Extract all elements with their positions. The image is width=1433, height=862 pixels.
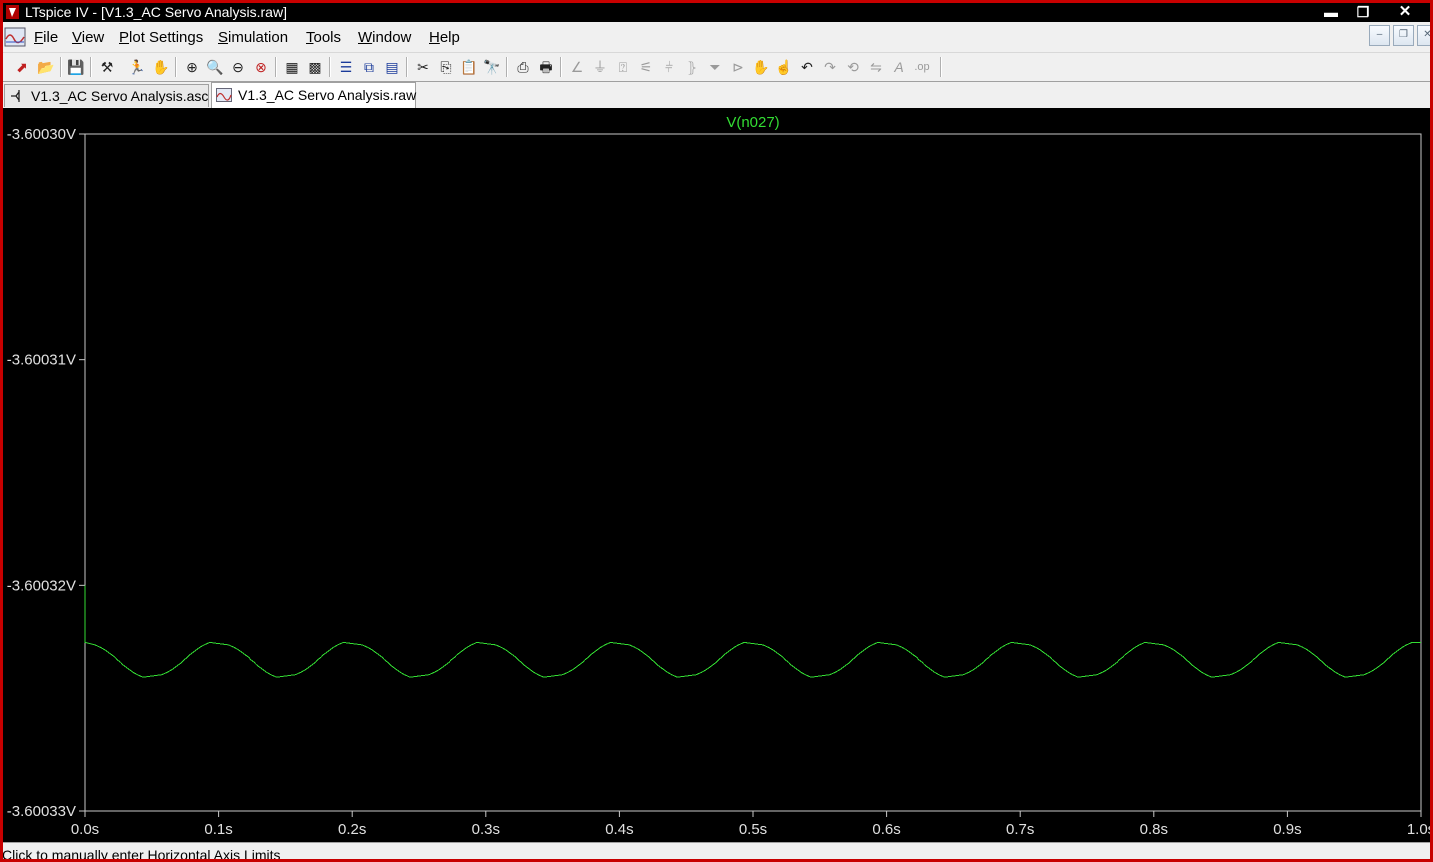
diode-icon[interactable]: ⏷ [705, 57, 725, 77]
resistor-icon[interactable]: ⚟ [636, 57, 656, 77]
grid-icon[interactable]: ▩ [305, 57, 325, 77]
x-tick-label: 0.8s [1140, 821, 1168, 838]
tile-vertical-icon[interactable]: ▤ [382, 57, 402, 77]
ltspice-window: LTspice IV - [V1.3_AC Servo Analysis.raw… [3, 3, 1430, 859]
save-icon[interactable]: 💾 [66, 57, 86, 77]
new-schematic-icon[interactable]: ⬈ [12, 57, 32, 77]
status-bar: Click to manually enter Horizontal Axis … [3, 842, 1430, 859]
trace-label[interactable]: V(n027) [726, 114, 779, 131]
spice-directive-icon[interactable]: .op [912, 57, 932, 77]
tab-waveform-label: V1.3_AC Servo Analysis.raw [238, 87, 417, 103]
toolbar-separator [560, 57, 562, 77]
waveform-icon [216, 88, 232, 102]
y-tick-label: -3.60033V [7, 803, 76, 820]
x-tick-label: 0.4s [605, 821, 633, 838]
toolbar-separator [275, 57, 277, 77]
move-icon[interactable]: ✋ [751, 57, 771, 77]
document-tab-bar: V1.3_AC Servo Analysis.asc V1.3_AC Servo… [3, 82, 1430, 108]
ltspice-app-icon[interactable] [6, 5, 19, 19]
menu-tools[interactable]: Tools [306, 29, 341, 46]
zoom-area-icon[interactable]: ⊕ [182, 57, 202, 77]
component-icon[interactable]: ⊳ [728, 57, 748, 77]
ground-icon[interactable]: ⏚ [590, 57, 610, 77]
print-preview-icon[interactable]: ⎙ [513, 57, 533, 77]
x-tick-label: 0.7s [1006, 821, 1034, 838]
autorange-icon[interactable]: ▦ [282, 57, 302, 77]
zoom-fit-icon[interactable]: ⊗ [251, 57, 271, 77]
title-bar[interactable]: LTspice IV - [V1.3_AC Servo Analysis.raw… [3, 3, 1430, 22]
rotate-icon[interactable]: ⟲ [843, 57, 863, 77]
trace-v-n027 [84, 585, 1421, 678]
mirror-icon[interactable]: ⇋ [866, 57, 886, 77]
open-icon[interactable]: 📂 [36, 57, 56, 77]
plot-frame [84, 133, 1422, 812]
x-tick-label: 0.0s [71, 821, 99, 838]
mdi-close-button[interactable]: ✕ [1417, 25, 1430, 46]
toolbar-separator [940, 57, 942, 77]
x-tick-label: 0.1s [204, 821, 232, 838]
find-icon[interactable]: 🔭 [482, 57, 502, 77]
zoom-in-icon[interactable]: 🔍 [205, 57, 225, 77]
tab-schematic[interactable]: V1.3_AC Servo Analysis.asc [4, 84, 209, 107]
capacitor-icon[interactable]: ⫩ [659, 57, 679, 77]
maximize-button[interactable]: ❐ [1348, 3, 1378, 22]
x-tick-label: 0.3s [472, 821, 500, 838]
waveform-plot[interactable]: V(n027) -3.60030V -3.60031V -3.60032V -3.600… [3, 108, 1430, 842]
text-icon[interactable]: A [889, 57, 909, 77]
mdi-restore-button[interactable]: ❐ [1393, 25, 1414, 46]
window-title: LTspice IV - [V1.3_AC Servo Analysis.raw… [25, 4, 287, 20]
minimize-button[interactable]: ▬ [1316, 3, 1346, 22]
cascade-icon[interactable]: ⧉ [359, 57, 379, 77]
toolbar: ⬈ 📂 💾 ⚒ 🏃 ✋ ⊕ 🔍 ⊖ ⊗ ▦ ▩ ☰ ⧉ ▤ ✂ ⎘ 📋 🔭 ⎙ … [3, 52, 1430, 82]
zoom-out-icon[interactable]: ⊖ [228, 57, 248, 77]
x-tick-label: 0.5s [739, 821, 767, 838]
schematic-icon [11, 90, 20, 102]
plot-canvas[interactable]: V(n027) -3.60030V -3.60031V -3.60032V -3.600… [3, 108, 1430, 842]
mdi-minimize-button[interactable]: – [1369, 25, 1390, 46]
toolbar-separator [506, 57, 508, 77]
run-icon[interactable]: 🏃 [127, 57, 147, 77]
toolbar-separator [329, 57, 331, 77]
undo-icon[interactable]: ↶ [797, 57, 817, 77]
x-tick-label: 0.2s [338, 821, 366, 838]
copy-icon[interactable]: ⎘ [436, 57, 456, 77]
wire-icon[interactable]: ∠ [567, 57, 587, 77]
tab-schematic-label: V1.3_AC Servo Analysis.asc [31, 88, 209, 104]
toolbar-separator [60, 57, 62, 77]
tile-horizontal-icon[interactable]: ☰ [336, 57, 356, 77]
label-net-icon[interactable]: ⍰ [613, 57, 633, 77]
redo-icon[interactable]: ↷ [820, 57, 840, 77]
inductor-icon[interactable]: ⦄ [682, 57, 702, 77]
control-panel-icon[interactable]: ⚒ [97, 57, 117, 77]
x-tick-label: 1.0s [1407, 821, 1430, 838]
x-tick-label: 0.6s [872, 821, 900, 838]
print-icon[interactable]: 🖶 [536, 57, 556, 77]
menu-view[interactable]: View [72, 29, 104, 46]
close-button[interactable]: ✕ [1382, 3, 1428, 22]
y-tick-label: -3.60031V [7, 352, 76, 369]
paste-icon[interactable]: 📋 [459, 57, 479, 77]
drag-icon[interactable]: ☝ [774, 57, 794, 77]
tab-waveform[interactable]: V1.3_AC Servo Analysis.raw [211, 82, 416, 108]
y-tick-label: -3.60032V [7, 577, 76, 594]
cut-icon[interactable]: ✂ [413, 57, 433, 77]
y-tick-label: -3.60030V [7, 126, 76, 143]
toolbar-separator [90, 57, 92, 77]
menu-plot-settings[interactable]: Plot Settings [119, 29, 203, 46]
menu-help[interactable]: Help [429, 29, 460, 46]
menu-bar: File View Plot Settings Simulation Tools… [3, 25, 1430, 50]
menu-file[interactable]: File [34, 29, 58, 46]
halt-icon[interactable]: ✋ [151, 57, 171, 77]
status-text: Click to manually enter Horizontal Axis … [3, 847, 281, 859]
menu-window[interactable]: Window [358, 29, 411, 46]
x-tick-label: 0.9s [1273, 821, 1301, 838]
menu-simulation[interactable]: Simulation [218, 29, 288, 46]
toolbar-separator [406, 57, 408, 77]
waveform-window-icon[interactable] [4, 27, 26, 47]
toolbar-separator [175, 57, 177, 77]
